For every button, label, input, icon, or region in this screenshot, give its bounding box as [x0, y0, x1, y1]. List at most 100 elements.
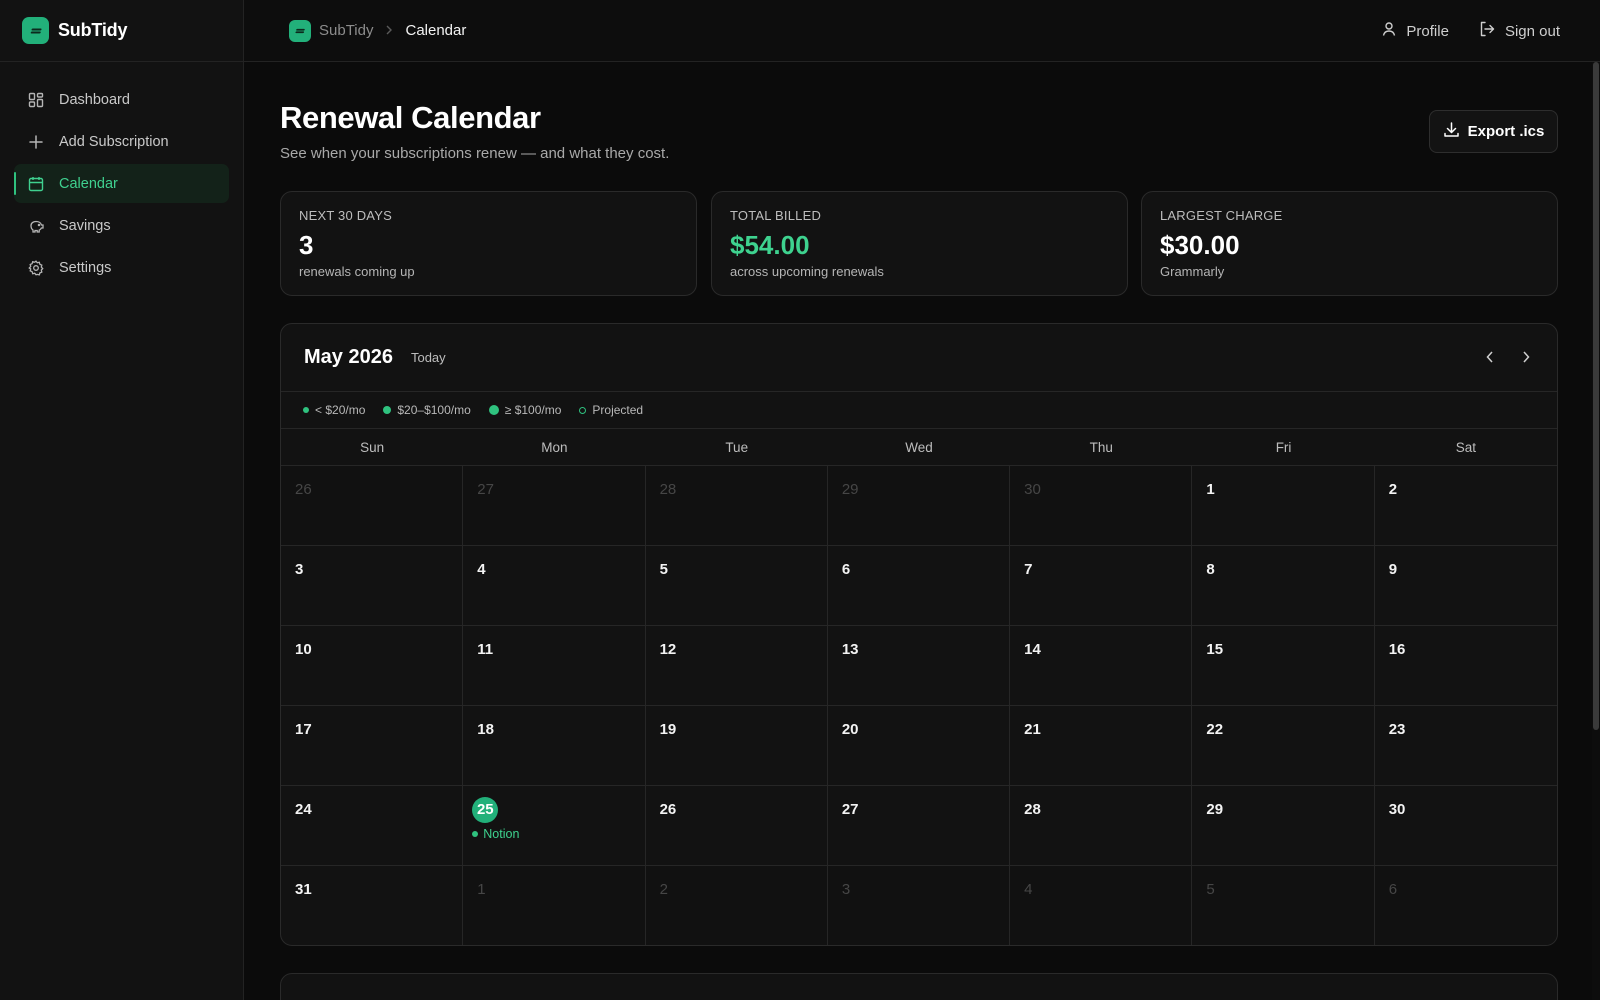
- calendar-day[interactable]: 2: [1374, 466, 1557, 546]
- calendar-day[interactable]: 10: [281, 626, 464, 706]
- sidebar-item-label: Calendar: [59, 175, 118, 192]
- sidebar-item-dashboard[interactable]: Dashboard: [14, 80, 229, 119]
- scrollbar-thumb[interactable]: [1593, 62, 1599, 730]
- calendar-day[interactable]: 28: [1010, 786, 1193, 866]
- day-number: 19: [659, 721, 677, 738]
- day-number: 28: [1024, 801, 1041, 818]
- calendar-day[interactable]: 3: [281, 546, 464, 626]
- calendar-day[interactable]: 19: [645, 706, 828, 786]
- calendar-day[interactable]: 28: [645, 466, 828, 546]
- calendar-day[interactable]: 21: [1010, 706, 1193, 786]
- calendar-day[interactable]: 5: [645, 546, 828, 626]
- sidebar-item-add-subscription[interactable]: Add Subscription: [14, 122, 229, 161]
- weekday-label: Thu: [1089, 439, 1113, 455]
- chevron-left-icon[interactable]: [1481, 344, 1499, 370]
- calendar-day-today[interactable]: 25 Notion: [463, 786, 646, 866]
- calendar-day[interactable]: 27: [463, 466, 646, 546]
- breadcrumb-current: Calendar: [405, 22, 467, 39]
- stat-label: LARGEST CHARGE: [1160, 208, 1283, 223]
- weekday-header: Sun Mon Tue Wed Thu Fri Sat: [281, 429, 1557, 466]
- calendar-day[interactable]: 12: [645, 626, 828, 706]
- today-button[interactable]: Today: [411, 350, 446, 365]
- calendar-day[interactable]: 8: [1192, 546, 1375, 626]
- calendar-day[interactable]: 1: [1192, 466, 1375, 546]
- calendar-day[interactable]: 30: [1010, 466, 1193, 546]
- calendar-day[interactable]: 1: [463, 866, 646, 945]
- day-number: 4: [1024, 881, 1033, 898]
- calendar-day[interactable]: 5: [1192, 866, 1375, 945]
- calendar-day[interactable]: 13: [827, 626, 1011, 706]
- calendar-day[interactable]: 26: [281, 466, 464, 546]
- breadcrumb-app-link[interactable]: SubTidy: [319, 22, 373, 39]
- calendar-day[interactable]: 22: [1192, 706, 1375, 786]
- calendar-day[interactable]: 29: [827, 466, 1011, 546]
- export-ics-button[interactable]: Export .ics: [1429, 110, 1558, 153]
- chevron-right-icon[interactable]: [1517, 344, 1535, 370]
- day-number: 9: [1388, 561, 1398, 578]
- day-number: 14: [1024, 641, 1041, 658]
- calendar-day[interactable]: 30: [1374, 786, 1557, 866]
- renewal-event[interactable]: Notion: [472, 827, 644, 841]
- stat-value: $30.00: [1160, 230, 1240, 260]
- stat-value: $54.00: [730, 230, 810, 260]
- legend-label: Projected: [592, 403, 644, 417]
- page-subtitle: See when your subscriptions renew — and …: [280, 145, 670, 162]
- calendar-day[interactable]: 16: [1374, 626, 1557, 706]
- day-number: 20: [841, 721, 859, 738]
- sign-out-icon: [1479, 21, 1496, 41]
- calendar-day[interactable]: 4: [463, 546, 646, 626]
- brand[interactable]: SubTidy: [0, 0, 243, 62]
- calendar-day[interactable]: 24: [281, 786, 464, 866]
- calendar-day[interactable]: 6: [1374, 866, 1557, 945]
- day-number: 15: [1206, 641, 1224, 658]
- calendar-day[interactable]: 20: [827, 706, 1011, 786]
- day-number: 30: [1024, 481, 1041, 498]
- calendar-day[interactable]: 3: [827, 866, 1011, 945]
- topbar: SubTidy Calendar Profile Sign out: [244, 0, 1600, 62]
- sidebar-item-settings[interactable]: Settings: [14, 248, 229, 287]
- calendar-day[interactable]: 27: [827, 786, 1011, 866]
- day-number: 29: [841, 481, 859, 498]
- weekday-label: Sat: [1455, 439, 1476, 455]
- day-number: 5: [1206, 881, 1215, 898]
- calendar-day[interactable]: 23: [1374, 706, 1557, 786]
- calendar-day[interactable]: 26: [645, 786, 828, 866]
- stat-description: Grammarly: [1160, 264, 1225, 279]
- sign-out-link[interactable]: Sign out: [1479, 21, 1560, 41]
- legend-label: < $20/mo: [315, 403, 366, 417]
- calendar-day[interactable]: 7: [1010, 546, 1193, 626]
- day-number: 18: [477, 721, 494, 738]
- calendar-header: May 2026 Today: [281, 324, 1557, 392]
- day-number: 30: [1388, 801, 1406, 818]
- day-number: 26: [295, 481, 312, 498]
- calendar-day[interactable]: 6: [827, 546, 1011, 626]
- calendar-day[interactable]: 17: [281, 706, 464, 786]
- profile-link[interactable]: Profile: [1381, 21, 1449, 41]
- weekday-label: Tue: [725, 439, 749, 455]
- day-number: 6: [841, 561, 851, 578]
- sidebar-item-label: Settings: [59, 259, 112, 276]
- day-number: 3: [841, 881, 851, 898]
- renewal-calendar: May 2026 Today < $20/mo $20–$100/mo ≥ $1…: [280, 323, 1558, 946]
- sidebar-item-calendar[interactable]: Calendar: [14, 164, 229, 203]
- app-logo-icon[interactable]: [289, 19, 311, 42]
- calendar-day[interactable]: 14: [1010, 626, 1193, 706]
- weekday-label: Fri: [1275, 439, 1292, 455]
- stat-label: TOTAL BILLED: [730, 208, 822, 223]
- calendar-day[interactable]: 9: [1374, 546, 1557, 626]
- day-number: 22: [1206, 721, 1224, 738]
- calendar-day[interactable]: 2: [645, 866, 828, 945]
- calendar-day[interactable]: 4: [1010, 866, 1193, 945]
- day-number: 2: [1388, 481, 1398, 498]
- calendar-day[interactable]: 29: [1192, 786, 1375, 866]
- day-number: 4: [477, 561, 486, 578]
- download-icon: [1443, 121, 1460, 142]
- day-number: 27: [841, 801, 859, 818]
- sidebar-item-savings[interactable]: Savings: [14, 206, 229, 245]
- calendar-day[interactable]: 11: [463, 626, 646, 706]
- day-number: 23: [1388, 721, 1406, 738]
- calendar-day[interactable]: 15: [1192, 626, 1375, 706]
- calendar-day[interactable]: 18: [463, 706, 646, 786]
- day-number: 31: [295, 881, 312, 898]
- calendar-day[interactable]: 31: [281, 866, 464, 945]
